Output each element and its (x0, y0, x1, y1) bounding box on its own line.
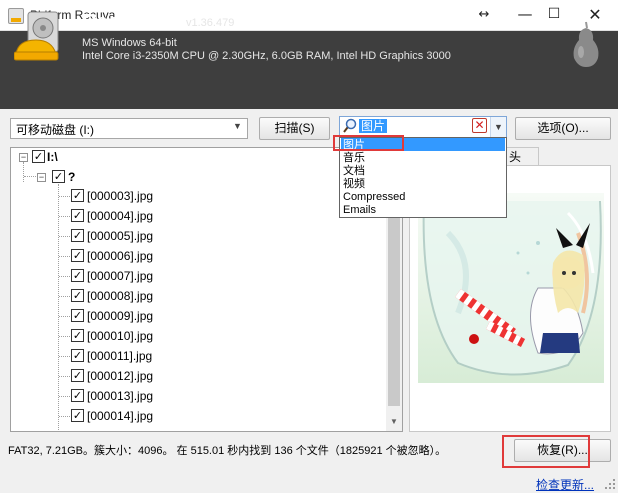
file-checkbox[interactable]: ✓ (71, 249, 84, 262)
tree-line (23, 162, 24, 182)
file-name[interactable]: [000013].jpg (87, 389, 153, 403)
tree-line (24, 176, 38, 177)
tree-root-label: I:\ (47, 150, 58, 164)
file-checkbox[interactable]: ✓ (71, 189, 84, 202)
file-name[interactable]: [000010].jpg (87, 329, 153, 343)
tree-line (59, 236, 70, 237)
file-checkbox[interactable]: ✓ (71, 229, 84, 242)
drive-select-value: 可移动磁盘 (I:) (16, 123, 94, 137)
tree-folder-label: ? (68, 170, 76, 184)
file-name[interactable]: [000014].jpg (87, 409, 153, 423)
file-name[interactable]: [000004].jpg (87, 209, 153, 223)
tree-line (59, 216, 70, 217)
tree-line (58, 184, 59, 430)
tree-line (59, 336, 70, 337)
file-name[interactable]: [000007].jpg (87, 269, 153, 283)
folder-checkbox[interactable]: ✓ (52, 170, 65, 183)
scan-status: FAT32, 7.21GB。簇大小：4096。 在 515.01 秒内找到 13… (8, 445, 447, 457)
scroll-down-icon[interactable]: ▼ (388, 417, 400, 429)
file-checkbox[interactable]: ✓ (71, 349, 84, 362)
file-name[interactable]: [000011].jpg (87, 349, 152, 363)
tree-line (59, 196, 70, 197)
tree-line (59, 356, 70, 357)
tab-header[interactable]: 头 (506, 147, 539, 166)
filter-value: 图片 (359, 119, 388, 133)
resize-grip-icon[interactable] (604, 478, 616, 490)
file-name[interactable]: [000009].jpg (87, 309, 153, 323)
file-checkbox[interactable]: ✓ (71, 369, 84, 382)
options-button[interactable]: 选项(O)... (515, 117, 611, 140)
annotation-highlight-box (333, 135, 404, 151)
file-name[interactable]: [000003].jpg (87, 189, 153, 203)
file-checkbox[interactable]: ✓ (71, 329, 84, 342)
collapse-root-icon[interactable]: − (19, 153, 28, 162)
tree-line (59, 416, 70, 417)
tree-line (59, 296, 70, 297)
dropdown-option-compressed[interactable]: Compressed (342, 191, 504, 203)
file-checkbox[interactable]: ✓ (71, 309, 84, 322)
brand-name: Recuva.com (82, 11, 186, 34)
annotation-highlight-box (502, 435, 590, 468)
tree-line (59, 276, 70, 277)
dropdown-option-emails[interactable]: Emails (342, 204, 504, 216)
os-info: MS Windows 64-bit (82, 37, 177, 49)
scan-button[interactable]: 扫描(S) (259, 117, 330, 140)
file-name[interactable]: [000012].jpg (87, 369, 153, 383)
filter-dropdown-button[interactable]: ▼ (490, 117, 506, 137)
tree-line (59, 396, 70, 397)
dropdown-option-music[interactable]: 音乐 (342, 152, 504, 164)
file-checkbox[interactable]: ✓ (71, 389, 84, 402)
file-name[interactable]: [000006].jpg (87, 249, 153, 263)
piriform-pear-icon (573, 21, 599, 67)
file-name[interactable]: [000005].jpg (87, 229, 153, 243)
collapse-folder-icon[interactable]: − (37, 173, 46, 182)
clear-filter-icon[interactable]: ✕ (472, 118, 487, 133)
check-updates-link[interactable]: 检查更新... (536, 476, 594, 493)
file-checkbox[interactable]: ✓ (71, 269, 84, 282)
compact-mode-icon[interactable]: ↔ (466, 0, 502, 31)
tree-line (59, 376, 70, 377)
brand-suffix: .com (154, 16, 186, 31)
recuva-logo-icon (14, 11, 59, 61)
brand-main: Recuva (82, 11, 155, 33)
file-name[interactable]: [000008].jpg (87, 289, 153, 303)
root-checkbox[interactable]: ✓ (32, 150, 45, 163)
chevron-down-icon: ▼ (233, 121, 242, 131)
dropdown-option-video[interactable]: 视频 (342, 178, 504, 190)
preview-image (418, 193, 604, 383)
tree-line (59, 316, 70, 317)
tree-line (59, 256, 70, 257)
search-icon (343, 118, 357, 133)
file-checkbox[interactable]: ✓ (71, 409, 84, 422)
file-checkbox[interactable]: ✓ (71, 289, 84, 302)
hardware-info: Intel Core i3-2350M CPU @ 2.30GHz, 6.0GB… (82, 50, 451, 62)
file-checkbox[interactable]: ✓ (71, 209, 84, 222)
version-label: v1.36.479 (186, 17, 235, 29)
dropdown-option-documents[interactable]: 文档 (342, 165, 504, 177)
